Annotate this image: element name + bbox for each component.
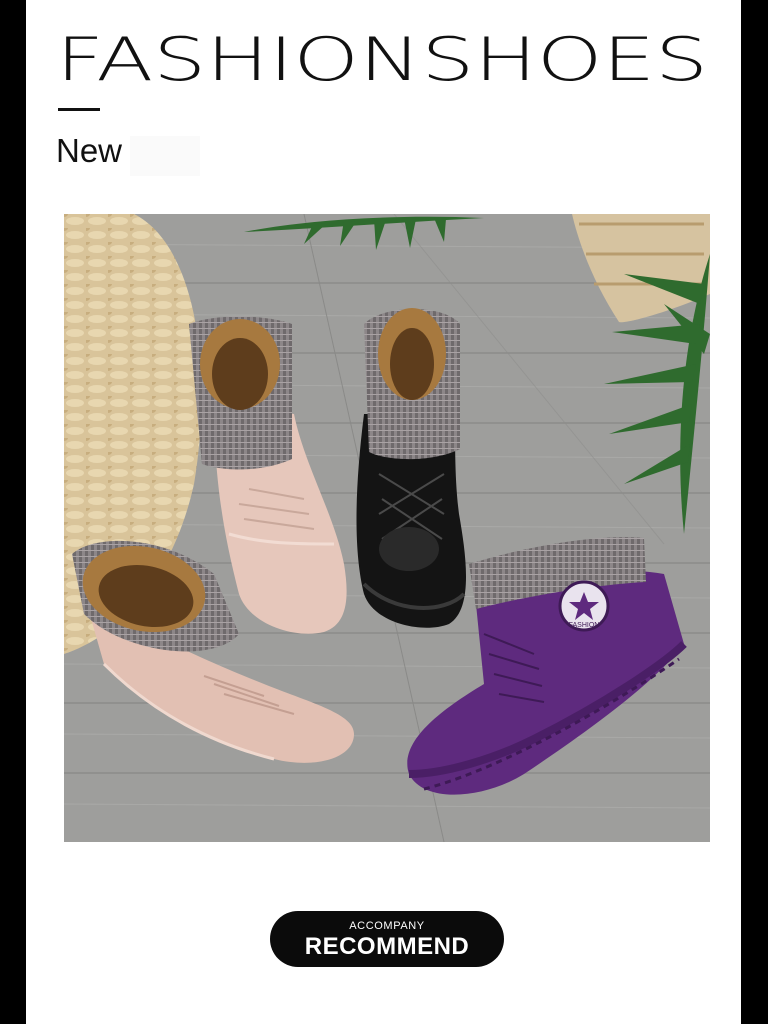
subtitle-highlight bbox=[130, 136, 200, 176]
recommend-badge: ACCOMPANY RECOMMEND bbox=[270, 911, 504, 967]
boot-badge-text: FASHION bbox=[569, 622, 600, 629]
section-subtitle: New bbox=[56, 132, 123, 169]
badge-top-label: ACCOMPANY bbox=[349, 920, 425, 932]
product-page: FASHIONSHOES New FASHION ACCOMPANY RECOM… bbox=[26, 0, 741, 1024]
svg-text:FASHIONSHOES: FASHIONSHOES bbox=[56, 28, 708, 90]
badge-main-label: RECOMMEND bbox=[304, 933, 470, 960]
product-photo: FASHION bbox=[64, 214, 710, 842]
black-boot bbox=[356, 308, 467, 628]
title-divider bbox=[58, 108, 100, 111]
brand-title: FASHIONSHOES bbox=[56, 28, 708, 90]
